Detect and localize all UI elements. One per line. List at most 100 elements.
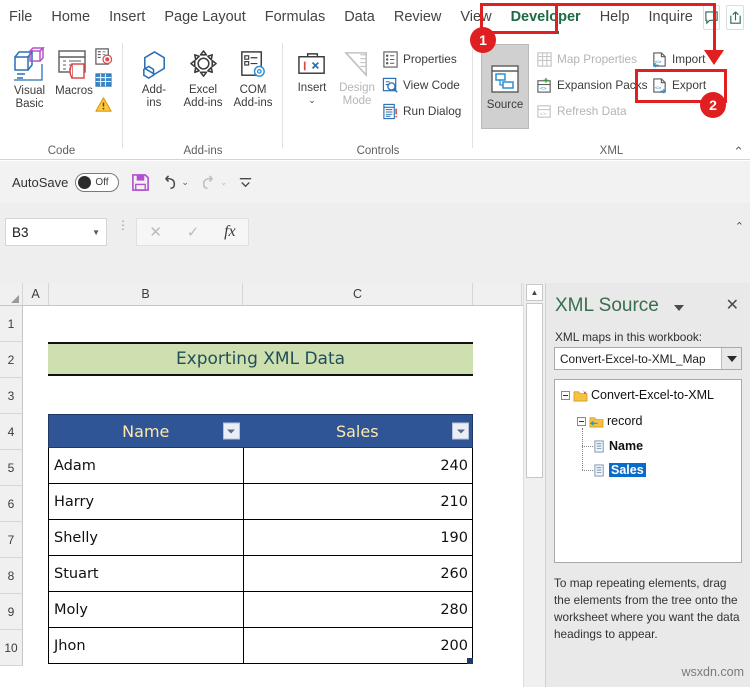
tab-insert[interactable]: Insert: [100, 6, 154, 29]
cell-sales-2[interactable]: 210: [243, 484, 472, 519]
use-relative-references-button[interactable]: [94, 71, 113, 90]
column-header-d[interactable]: [473, 283, 522, 305]
name-box[interactable]: B3 ▼: [5, 218, 107, 246]
add-ins-button[interactable]: Add- ins: [133, 49, 175, 110]
row-header-2[interactable]: 2: [0, 342, 23, 378]
macros-button[interactable]: Macros: [50, 47, 98, 98]
row-header-4[interactable]: 4: [0, 414, 23, 450]
insert-function-icon[interactable]: fx: [224, 223, 236, 241]
tree-node-record[interactable]: record: [577, 414, 642, 428]
table-row[interactable]: Jhon 200: [48, 628, 473, 664]
select-all-corner[interactable]: [0, 283, 23, 305]
row-header-3[interactable]: 3: [0, 378, 23, 414]
close-icon[interactable]: ✕: [726, 298, 739, 314]
redo-button[interactable]: ⌄: [199, 173, 228, 192]
cell-sales-4[interactable]: 260: [243, 556, 472, 591]
design-mode-button[interactable]: Design Mode: [334, 49, 380, 108]
row-header-5[interactable]: 5: [0, 450, 23, 486]
collapse-ribbon-button[interactable]: ⌃: [733, 145, 744, 158]
insert-control-chevron-icon[interactable]: ⌄: [308, 95, 316, 105]
cell-name-3[interactable]: Shelly: [49, 520, 243, 555]
formula-bar-grip[interactable]: ⋮: [117, 219, 129, 231]
column-header-a[interactable]: A: [23, 283, 49, 305]
cell-name-6[interactable]: Jhon: [49, 628, 243, 663]
xml-map-select[interactable]: Convert-Excel-to-XML_Map: [554, 347, 742, 370]
tree-node-root[interactable]: Convert-Excel-to-XML: [561, 388, 714, 402]
tab-file[interactable]: File: [0, 6, 41, 29]
tab-view[interactable]: View: [451, 6, 500, 29]
cell-name-2[interactable]: Harry: [49, 484, 243, 519]
table-header-name[interactable]: Name: [49, 415, 243, 447]
table-row[interactable]: Moly 280: [48, 592, 473, 628]
com-add-ins-button[interactable]: COM Add-ins: [229, 49, 277, 110]
row-header-8[interactable]: 8: [0, 558, 23, 594]
enter-icon[interactable]: ✓: [187, 223, 200, 241]
expander-record-icon[interactable]: [577, 416, 586, 426]
table-row[interactable]: Adam 240: [48, 448, 473, 484]
share-button[interactable]: [726, 5, 744, 30]
visual-basic-button[interactable]: Visual Basic: [6, 47, 53, 111]
cell-name-1[interactable]: Adam: [49, 448, 243, 483]
map-properties-button[interactable]: Map Properties: [536, 51, 637, 68]
tab-developer[interactable]: Developer: [502, 6, 590, 29]
row-header-7[interactable]: 7: [0, 522, 23, 558]
insert-control-button[interactable]: Insert ⌄: [290, 49, 334, 105]
view-code-button[interactable]: View Code: [382, 77, 460, 94]
row-header-10[interactable]: 10: [0, 630, 23, 666]
tab-formulas[interactable]: Formulas: [256, 6, 334, 29]
tab-help[interactable]: Help: [591, 6, 639, 29]
cell-sales-6[interactable]: 200: [243, 628, 472, 663]
tab-home[interactable]: Home: [42, 6, 99, 29]
expansion-packs-button[interactable]: <> Expansion Packs: [536, 77, 648, 94]
fill-handle[interactable]: [467, 658, 473, 664]
filter-arrow-sales-icon[interactable]: [452, 422, 469, 440]
tree-node-name[interactable]: Name: [593, 439, 643, 453]
title-cell[interactable]: Exporting XML Data: [48, 342, 473, 376]
column-header-c[interactable]: C: [243, 283, 473, 305]
record-macro-button[interactable]: [94, 47, 113, 66]
comment-button[interactable]: [702, 5, 721, 30]
autosave-toggle[interactable]: Off: [75, 172, 120, 192]
save-button[interactable]: [131, 173, 150, 192]
export-button[interactable]: <> Export: [651, 77, 706, 94]
xml-map-dropdown-icon[interactable]: [721, 348, 741, 369]
name-box-chevron-down-icon[interactable]: ▼: [92, 228, 100, 237]
table-header-sales[interactable]: Sales: [243, 415, 472, 447]
redo-dropdown-icon[interactable]: ⌄: [220, 177, 228, 188]
table-row[interactable]: Stuart 260: [48, 556, 473, 592]
customize-quick-access-toolbar-button[interactable]: [237, 174, 254, 191]
properties-button[interactable]: Properties: [382, 51, 457, 68]
macro-security-button[interactable]: [94, 95, 113, 114]
expander-root-icon[interactable]: [561, 390, 570, 400]
cell-sales-3[interactable]: 190: [243, 520, 472, 555]
tab-review[interactable]: Review: [385, 6, 451, 29]
import-button[interactable]: <> Import: [651, 51, 705, 68]
tree-node-sales[interactable]: Sales: [593, 463, 646, 477]
tab-inquire[interactable]: Inquire: [640, 6, 702, 29]
cell-sales-5[interactable]: 280: [243, 592, 472, 627]
undo-button[interactable]: ⌄: [160, 173, 189, 192]
undo-dropdown-icon[interactable]: ⌄: [181, 177, 189, 188]
cancel-icon[interactable]: ✕: [149, 223, 162, 241]
row-header-9[interactable]: 9: [0, 594, 23, 630]
filter-arrow-name-icon[interactable]: [222, 422, 240, 440]
refresh-data-button[interactable]: <> Refresh Data: [536, 103, 627, 120]
cell-name-5[interactable]: Moly: [49, 592, 243, 627]
expand-formula-bar-icon[interactable]: ⌃: [735, 220, 744, 233]
run-dialog-button[interactable]: Run Dialog: [382, 103, 461, 120]
column-header-b[interactable]: B: [49, 283, 243, 305]
scrollbar-thumb[interactable]: [526, 303, 543, 478]
tab-data[interactable]: Data: [335, 6, 384, 29]
excel-add-ins-button[interactable]: Excel Add-ins: [178, 49, 228, 110]
xml-source-button[interactable]: Source: [481, 44, 529, 129]
table-row[interactable]: Harry 210: [48, 484, 473, 520]
row-header-6[interactable]: 6: [0, 486, 23, 522]
row-header-1[interactable]: 1: [0, 306, 23, 342]
tab-page-layout[interactable]: Page Layout: [155, 6, 254, 29]
pane-chevron-down-icon[interactable]: [674, 305, 684, 311]
cell-name-4[interactable]: Stuart: [49, 556, 243, 591]
table-row[interactable]: Shelly 190: [48, 520, 473, 556]
scroll-up-icon[interactable]: ▲: [526, 284, 543, 301]
cell-sales-1[interactable]: 240: [243, 448, 472, 483]
worksheet-vertical-scrollbar[interactable]: ▲: [523, 283, 545, 687]
